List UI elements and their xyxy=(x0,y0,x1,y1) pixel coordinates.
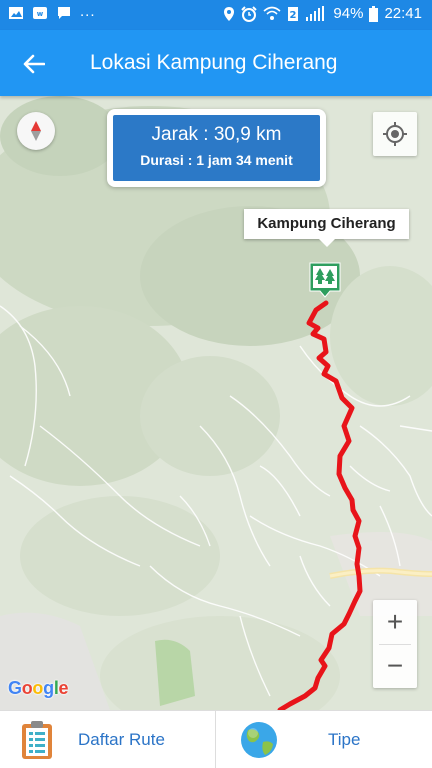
map-view[interactable]: Jarak : 30,9 km Durasi : 1 jam 34 menit … xyxy=(0,96,432,710)
location-icon xyxy=(224,6,235,21)
route-info-card: Jarak : 30,9 km Durasi : 1 jam 34 menit xyxy=(107,109,326,187)
zoom-divider xyxy=(379,644,411,645)
bottom-bar: Daftar Rute Tipe xyxy=(0,710,432,768)
forest-icon xyxy=(309,262,341,298)
image-icon xyxy=(9,7,23,19)
app-badge-icon: w xyxy=(33,7,47,19)
alarm-icon xyxy=(241,5,258,22)
map-type-button[interactable]: Tipe xyxy=(216,711,432,768)
battery-percent: 94% xyxy=(333,5,364,22)
back-button[interactable] xyxy=(14,44,54,84)
route-list-label: Daftar Rute xyxy=(78,730,165,749)
compass-button[interactable] xyxy=(17,112,55,150)
route-info-panel: Jarak : 30,9 km Durasi : 1 jam 34 menit xyxy=(113,115,320,181)
zoom-in-button[interactable]: + xyxy=(373,600,417,644)
zoom-out-button[interactable]: − xyxy=(373,644,417,688)
clock: 22:41 xyxy=(384,5,422,22)
destination-marker[interactable] xyxy=(309,262,341,298)
globe-icon xyxy=(241,722,277,758)
signal-icon xyxy=(306,5,325,21)
sim2-icon: 2 xyxy=(288,6,299,21)
status-bar: w ... 2 94% 22:41 xyxy=(0,0,432,30)
destination-label[interactable]: Kampung Ciherang xyxy=(244,209,409,247)
arrow-back-icon xyxy=(23,54,45,74)
map-type-label: Tipe xyxy=(328,730,361,749)
zoom-controls: + − xyxy=(373,600,417,688)
my-location-button[interactable] xyxy=(373,112,417,156)
wifi-icon xyxy=(263,6,281,20)
more-notifications: ... xyxy=(80,2,96,20)
route-distance: Jarak : 30,9 km xyxy=(151,124,282,145)
map-terrain xyxy=(0,96,432,710)
compass-icon xyxy=(31,121,41,141)
page-title: Lokasi Kampung Ciherang xyxy=(90,51,338,74)
chat-icon xyxy=(58,7,70,19)
route-duration: Durasi : 1 jam 34 menit xyxy=(140,152,293,168)
svg-text:w: w xyxy=(37,10,44,18)
app-bar: Lokasi Kampung Ciherang xyxy=(0,30,432,96)
clipboard-list-icon xyxy=(22,721,52,759)
route-list-button[interactable]: Daftar Rute xyxy=(0,711,215,768)
svg-text:2: 2 xyxy=(290,10,297,21)
google-logo: Google xyxy=(8,678,69,698)
crosshair-icon xyxy=(383,122,407,146)
battery-icon xyxy=(369,5,379,22)
